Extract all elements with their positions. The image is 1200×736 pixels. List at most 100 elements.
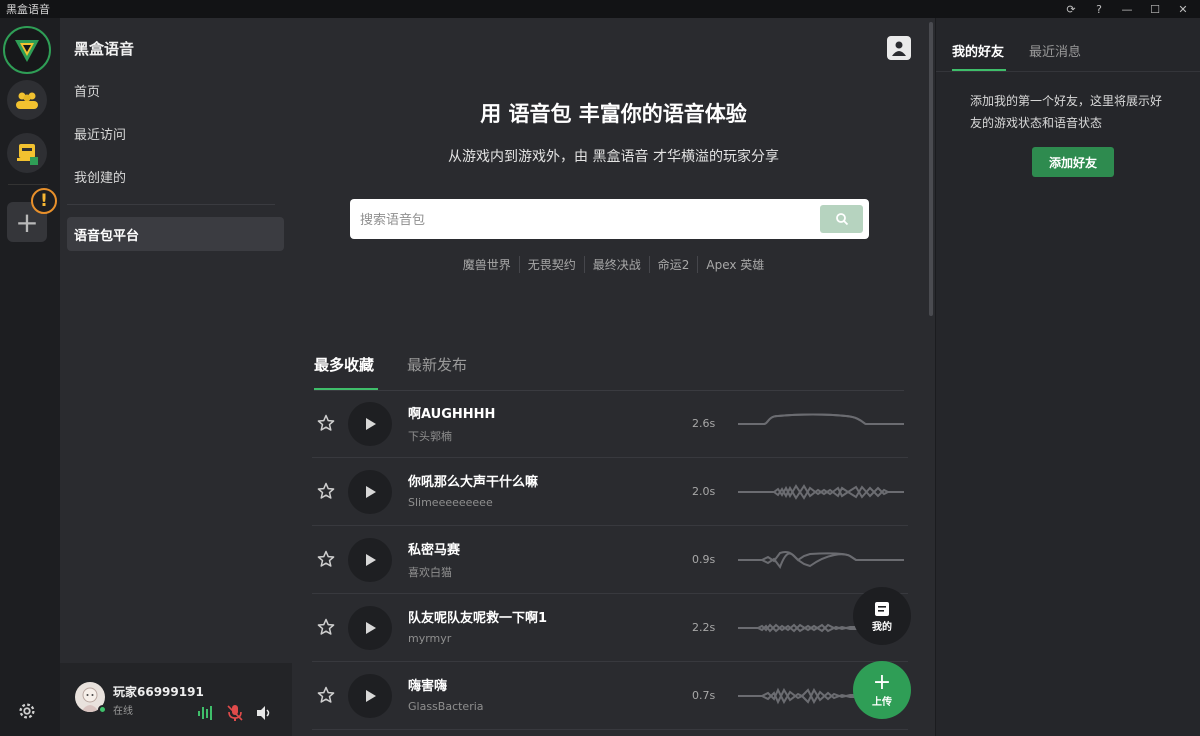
hero-title: 用 语音包 丰富你的语音体验 (480, 102, 747, 126)
heybox-logo-icon (15, 40, 39, 62)
add-friend-button[interactable]: 添加好友 (1032, 147, 1114, 177)
tag-item[interactable]: 命运2 (648, 256, 698, 273)
play-icon (366, 486, 376, 498)
close-icon[interactable]: ✕ (1176, 2, 1190, 16)
sound-row[interactable]: 啊AUGHHHH 下头郭楠 2.6s (312, 390, 908, 458)
mic-muted-icon (227, 705, 243, 721)
sound-row[interactable]: 嗨害嗨 GlassBacteria 0.7s (312, 662, 908, 730)
empty-friends-hint: 添加我的第一个好友，这里将展示好友的游戏状态和语音状态 (970, 94, 1163, 130)
game-icon (17, 144, 38, 165)
sidebar-divider (67, 204, 275, 205)
sound-author[interactable]: myrmyr (408, 632, 451, 645)
sound-author[interactable]: 喜欢白猫 (408, 564, 452, 580)
window-title: 黑盒语音 (6, 3, 50, 16)
sound-name: 队友呢队友呢救一下啊1 (408, 611, 548, 626)
group-icon (16, 92, 38, 109)
sound-author[interactable]: Slimeeeeeeeee (408, 496, 493, 509)
friends-panel: 我的好友 最近消息 添加我的第一个好友，这里将展示好友的游戏状态和语音状态 添加… (935, 18, 1200, 736)
maximize-icon[interactable]: ☐ (1148, 2, 1162, 16)
sidebar-item-home[interactable]: 首页 (74, 81, 100, 100)
voice-wave-icon (198, 706, 212, 720)
plus-icon: + (872, 669, 892, 695)
search-input[interactable] (360, 208, 800, 230)
play-button[interactable] (348, 606, 392, 650)
tabs-divider (936, 71, 1200, 72)
my-sounds-label: 我的 (872, 621, 892, 633)
play-icon (366, 690, 376, 702)
play-icon (366, 554, 376, 566)
search-button[interactable] (820, 205, 863, 233)
play-button[interactable] (348, 470, 392, 514)
help-icon[interactable]: ? (1092, 2, 1106, 16)
sidebar-item-voice-pack-platform[interactable]: 语音包平台 (67, 217, 284, 251)
voice-activity-button[interactable] (196, 703, 216, 723)
sound-duration: 0.9s (692, 553, 716, 566)
tag-item[interactable]: 无畏契约 (518, 256, 584, 273)
refresh-icon[interactable]: ⟳ (1064, 2, 1078, 16)
voice-pack-platform-panel: 用 语音包 丰富你的语音体验 从游戏内到游戏外，由 黑盒语音 才华横溢的玩家分享… (292, 18, 935, 736)
user-panel: 玩家66999191 在线 (60, 663, 292, 736)
star-icon[interactable] (317, 686, 335, 704)
rail-divider (8, 184, 48, 185)
my-sounds-button[interactable]: 我的 (853, 587, 911, 645)
channel-sidebar: 黑盒语音 首页 最近访问 我创建的 语音包平台 (60, 18, 292, 736)
sound-duration: 2.2s (692, 621, 716, 634)
tab-recent-messages[interactable]: 最近消息 (1029, 41, 1081, 60)
sidebar-item-recent[interactable]: 最近访问 (74, 124, 126, 143)
play-icon (366, 418, 376, 430)
user-corner-button[interactable] (887, 36, 911, 60)
sidebar-item-created[interactable]: 我创建的 (74, 167, 126, 186)
search-bar (350, 199, 869, 239)
sound-row[interactable]: 私密马赛喜欢白猫 0.9s (312, 526, 908, 594)
sound-author[interactable]: GlassBacteria (408, 700, 484, 713)
sidebar-item-label: 语音包平台 (74, 229, 140, 244)
search-icon (835, 213, 848, 226)
tag-item[interactable]: 最终决战 (583, 256, 649, 273)
play-button[interactable] (348, 538, 392, 582)
sound-author[interactable]: 下头郭楠 (408, 428, 452, 444)
tab-my-friends[interactable]: 我的好友 (952, 41, 1004, 60)
sound-duration: 0.7s (692, 689, 716, 702)
upload-button[interactable]: + 上传 (853, 661, 911, 719)
tag-item[interactable]: 魔兽世界 (455, 256, 519, 273)
play-icon (366, 622, 376, 634)
server-rail: + ! (0, 18, 60, 736)
online-status-icon (98, 705, 107, 714)
star-icon[interactable] (317, 482, 335, 500)
tab-latest[interactable]: 最新发布 (407, 354, 467, 375)
app-logo-button[interactable] (3, 26, 51, 74)
warning-icon[interactable]: ! (31, 188, 57, 214)
settings-gear-icon[interactable] (16, 700, 38, 722)
sound-name: 嗨害嗨 (408, 679, 448, 694)
sound-name: 啊AUGHHHH (408, 407, 496, 422)
speaker-button[interactable] (254, 703, 274, 723)
upload-label: 上传 (872, 696, 892, 708)
play-button[interactable] (348, 402, 392, 446)
title-bar: 黑盒语音 ⟳ ? — ☐ ✕ (0, 0, 1200, 18)
hero-subtitle: 从游戏内到游戏外，由 黑盒语音 才华横溢的玩家分享 (448, 149, 779, 165)
sound-name: 你吼那么大声干什么嘛 (408, 475, 539, 490)
user-silhouette-icon (892, 41, 906, 56)
window-controls: ⟳ ? — ☐ ✕ (1064, 0, 1190, 18)
mute-mic-button[interactable] (225, 703, 245, 723)
sound-row[interactable]: 队友呢队友呢救一下啊1 myrmyr 2.2s (312, 594, 908, 662)
friends-group-button[interactable] (7, 80, 47, 120)
sidebar-title: 黑盒语音 (74, 40, 135, 58)
play-button[interactable] (348, 674, 392, 718)
username: 玩家66999191 (113, 685, 204, 699)
popular-tags: 魔兽世界 无畏契约 最终决战 命运2 Apex 英雄 (292, 256, 935, 273)
star-icon[interactable] (317, 414, 335, 432)
star-icon[interactable] (317, 618, 335, 636)
sound-name: 私密马赛 (408, 543, 461, 558)
waveform (738, 484, 904, 500)
speaker-icon (257, 706, 270, 720)
game-server-button[interactable] (7, 133, 47, 173)
minimize-icon[interactable]: — (1120, 2, 1134, 16)
star-icon[interactable] (317, 550, 335, 568)
document-icon (875, 601, 889, 616)
waveform (738, 413, 904, 425)
tab-most-favorited[interactable]: 最多收藏 (314, 354, 374, 375)
tag-item[interactable]: Apex 英雄 (697, 256, 772, 273)
sound-row[interactable]: 你吼那么大声干什么嘛 Slimeeeeeeeee 2.0s (312, 458, 908, 526)
waveform (738, 551, 904, 570)
